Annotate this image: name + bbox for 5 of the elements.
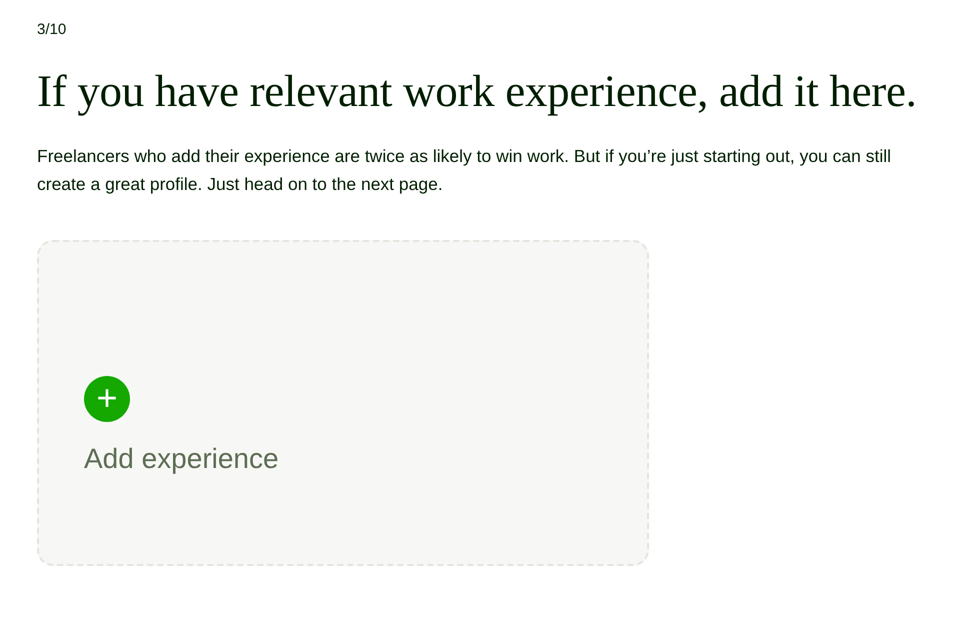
add-experience-card[interactable]: + Add experience — [37, 240, 649, 566]
plus-icon: + — [84, 376, 130, 422]
page-heading: If you have relevant work experience, add it here. — [37, 66, 918, 116]
step-counter: 3/10 — [37, 20, 68, 40]
page-description: Freelancers who add their experience are twice as likely to win work. But if you’re just starting out, you can still create a great profile. Just head on to the next page. — [37, 145, 892, 196]
